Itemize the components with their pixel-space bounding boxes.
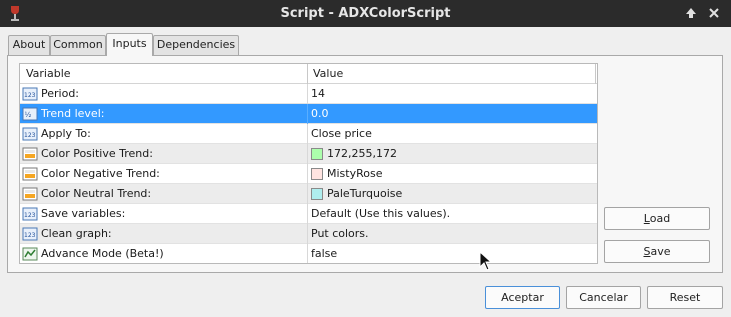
row-value[interactable]: Close price xyxy=(311,127,372,140)
tab-dependencies[interactable]: Dependencies xyxy=(153,35,239,55)
save-button[interactable]: Save xyxy=(604,240,710,263)
color-swatch[interactable] xyxy=(311,148,323,160)
table-row[interactable]: 123 Apply To: Close price xyxy=(20,124,597,144)
load-button-label: oad xyxy=(649,212,671,225)
row-value[interactable]: 14 xyxy=(311,87,325,100)
color-icon xyxy=(22,167,38,181)
tab-about[interactable]: About xyxy=(8,35,50,55)
row-variable-name: Period: xyxy=(41,87,80,100)
accept-button[interactable]: Aceptar xyxy=(485,286,560,309)
window-title: Script - ADXColorScript xyxy=(280,6,451,21)
row-variable-name: Color Negative Trend: xyxy=(41,167,160,180)
table-row[interactable]: 123 Clean graph: Put colors. xyxy=(20,224,597,244)
svg-text:½: ½ xyxy=(25,111,32,119)
tab-inputs[interactable]: Inputs xyxy=(106,33,153,56)
header-value[interactable]: Value xyxy=(313,67,343,80)
row-value[interactable]: MistyRose xyxy=(327,167,382,180)
123-int-icon: 123 xyxy=(22,207,38,221)
table-header: Variable Value xyxy=(20,64,597,84)
inputs-table: Variable Value 123 Period: 14 ½ Trend level:… xyxy=(19,63,598,264)
table-row[interactable]: Color Negative Trend: MistyRose xyxy=(20,164,597,184)
row-value[interactable]: PaleTurquoise xyxy=(327,187,402,200)
mouse-cursor-icon xyxy=(479,251,493,271)
close-icon[interactable] xyxy=(707,6,721,20)
row-variable-name: Clean graph: xyxy=(41,227,112,240)
color-icon xyxy=(22,147,38,161)
color-swatch[interactable] xyxy=(311,188,323,200)
table-row[interactable]: 123 Period: 14 xyxy=(20,84,597,104)
table-row[interactable]: 123 Save variables: Default (Use this valu… xyxy=(20,204,597,224)
tab-common[interactable]: Common xyxy=(50,35,106,55)
row-variable-name: Advance Mode (Beta!) xyxy=(41,247,164,260)
load-button[interactable]: Load xyxy=(604,207,710,230)
row-variable-name: Trend level: xyxy=(41,107,105,120)
cancel-button[interactable]: Cancelar xyxy=(566,286,641,309)
reset-button[interactable]: Reset xyxy=(647,286,723,309)
bool-icon xyxy=(22,247,38,261)
color-swatch[interactable] xyxy=(311,168,323,180)
header-variable[interactable]: Variable xyxy=(26,67,71,80)
123-int-icon: 123 xyxy=(22,227,38,241)
row-value[interactable]: Put colors. xyxy=(311,227,369,240)
svg-text:123: 123 xyxy=(24,212,36,219)
row-variable-name: Save variables: xyxy=(41,207,126,220)
123-int-icon: 123 xyxy=(22,127,38,141)
table-row[interactable]: Color Positive Trend: 172,255,172 xyxy=(20,144,597,164)
decimal-icon: ½ xyxy=(22,107,38,121)
row-value[interactable]: false xyxy=(311,247,337,260)
row-value[interactable]: Default (Use this values). xyxy=(311,207,450,220)
title-bar: Script - ADXColorScript xyxy=(0,0,731,27)
color-icon xyxy=(22,187,38,201)
svg-text:123: 123 xyxy=(24,232,36,239)
maximize-arrow-icon[interactable] xyxy=(684,6,698,20)
row-variable-name: Color Positive Trend: xyxy=(41,147,153,160)
table-row[interactable]: ½ Trend level: 0.0 xyxy=(20,104,597,124)
svg-text:123: 123 xyxy=(24,92,36,99)
table-row[interactable]: Advance Mode (Beta!) false xyxy=(20,244,597,263)
row-variable-name: Color Neutral Trend: xyxy=(41,187,152,200)
row-value[interactable]: 172,255,172 xyxy=(327,147,397,160)
save-button-label: ave xyxy=(650,245,671,258)
row-variable-name: Apply To: xyxy=(41,127,91,140)
svg-text:123: 123 xyxy=(24,132,36,139)
123-int-icon: 123 xyxy=(22,87,38,101)
table-row[interactable]: Color Neutral Trend: PaleTurquoise xyxy=(20,184,597,204)
row-value[interactable]: 0.0 xyxy=(311,107,329,120)
